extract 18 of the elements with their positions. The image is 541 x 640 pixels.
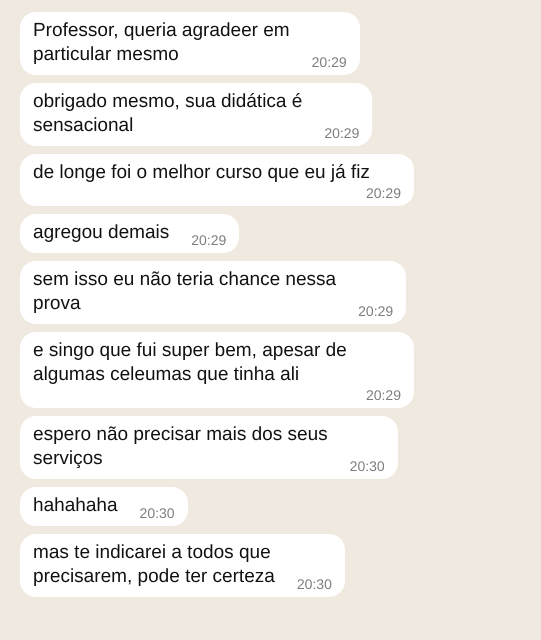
message-text: mas te indicarei a todos que precisarem, pode ter certeza <box>33 541 275 589</box>
message-time: 20:29 <box>324 125 360 141</box>
message-text: hahahaha <box>33 494 118 518</box>
message-text: sem isso eu não teria chance nessa prova <box>33 268 336 316</box>
message-time: 20:29 <box>366 387 401 403</box>
message-text: espero não precisar mais dos seus serviços <box>33 423 328 471</box>
message-time: 20:30 <box>296 576 332 592</box>
message-time: 20:30 <box>350 458 385 474</box>
message-time: 20:29 <box>312 54 347 70</box>
message-text: obrigado mesmo, sua didática é sensacional <box>33 90 302 138</box>
message-text: agregou demais <box>33 221 170 245</box>
message-text: e singo que fui super bem, apesar de algumas celeumas que tinha ali <box>33 339 347 387</box>
message-text: Professor, queria agradeer em particular mesmo <box>33 19 290 67</box>
message-text: de longe foi o melhor curso que eu já fiz <box>33 161 370 185</box>
message-time: 20:29 <box>366 185 401 201</box>
message-time: 20:29 <box>358 303 394 319</box>
message-time: 20:30 <box>140 505 175 521</box>
message-time: 20:29 <box>191 232 226 248</box>
